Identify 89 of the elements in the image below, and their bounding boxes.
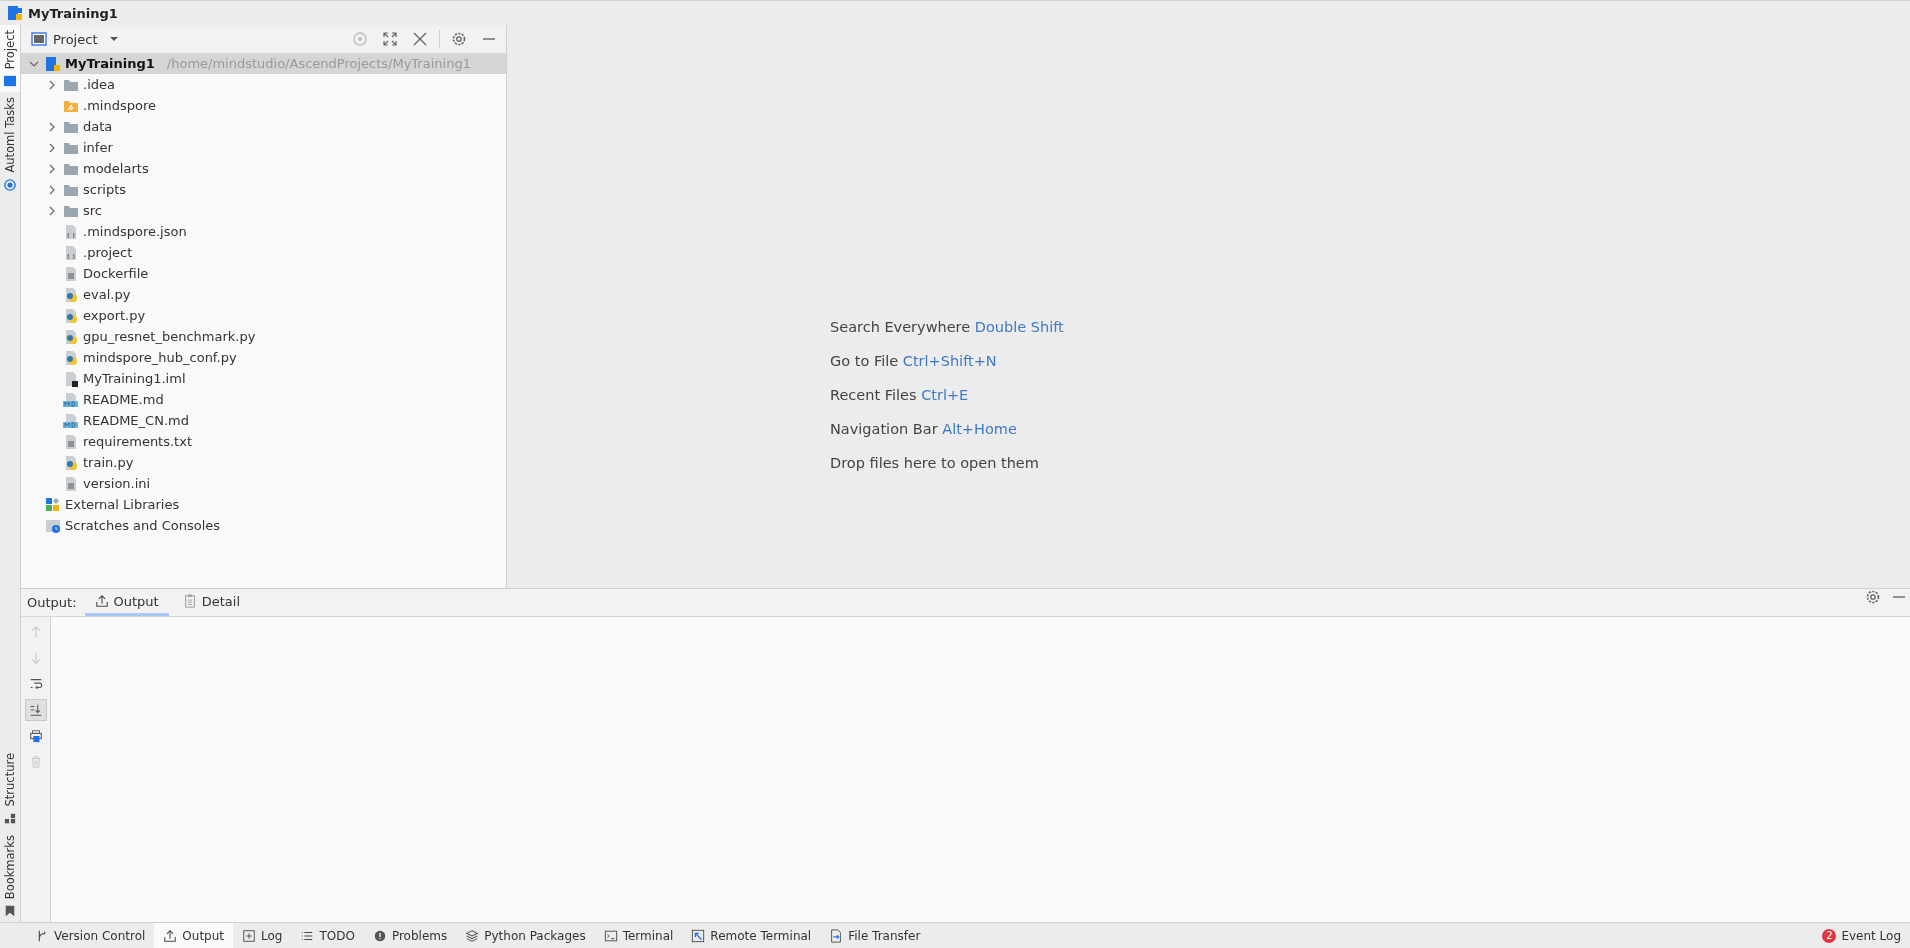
- clipboard-icon: [182, 594, 197, 608]
- editor-hint: Search Everywhere Double Shift: [830, 318, 1064, 337]
- tree-row[interactable]: requirements.txt: [21, 431, 506, 452]
- output-label: Output:: [27, 594, 77, 612]
- chevron-right-icon[interactable]: [47, 79, 57, 90]
- scroll-to-end-icon[interactable]: [24, 699, 47, 721]
- module-icon: [7, 5, 23, 21]
- editor-hint: Navigation Bar Alt+Home: [830, 420, 1018, 439]
- tree-row[interactable]: README.md: [21, 389, 506, 410]
- settings-icon[interactable]: [1865, 589, 1881, 605]
- tree-row[interactable]: mindspore_hub_conf.py: [21, 347, 506, 368]
- text-file-icon: [63, 433, 79, 450]
- editor-hint: Drop files here to open them: [830, 454, 1040, 473]
- python-file-icon: [63, 349, 79, 366]
- folder-icon: [4, 75, 16, 88]
- tree-row[interactable]: eval.py: [21, 284, 506, 305]
- scratches-icon: [45, 517, 61, 534]
- file-icon: [63, 244, 79, 261]
- tree-row[interactable]: export.py: [21, 305, 506, 326]
- remote-terminal-tab[interactable]: Remote Terminal: [682, 923, 821, 948]
- log-tab[interactable]: Log: [233, 923, 292, 948]
- editor-hint: Recent Files Ctrl+E: [830, 386, 970, 405]
- tree-row[interactable]: infer: [21, 137, 506, 158]
- tree-row[interactable]: .idea: [21, 74, 506, 95]
- chevron-right-icon[interactable]: [47, 184, 57, 195]
- editor-hint: Go to File Ctrl+Shift+N: [830, 352, 998, 371]
- version-control-tab[interactable]: Version Control: [26, 923, 155, 948]
- settings-icon[interactable]: [451, 31, 467, 47]
- chevron-right-icon[interactable]: [47, 163, 57, 174]
- tree-row[interactable]: Scratches and Consoles: [21, 515, 506, 536]
- bookmarks-tab[interactable]: Bookmarks: [0, 829, 20, 922]
- plus-box-icon: [242, 928, 256, 943]
- automl-tasks-tab[interactable]: Automl Tasks: [0, 92, 20, 196]
- tree-row[interactable]: Dockerfile: [21, 263, 506, 284]
- tree-row[interactable]: .project: [21, 242, 506, 263]
- detail-tab[interactable]: Detail: [172, 589, 250, 616]
- libraries-icon: [45, 496, 61, 513]
- markdown-file-icon: [63, 412, 79, 429]
- chevron-right-icon[interactable]: [47, 121, 57, 132]
- warning-icon: [372, 928, 387, 943]
- file-transfer-icon: [829, 928, 844, 943]
- tree-row[interactable]: README_CN.md: [21, 410, 506, 431]
- python-file-icon: [63, 286, 79, 303]
- tree-row[interactable]: src: [21, 200, 506, 221]
- tree-row[interactable]: scripts: [21, 179, 506, 200]
- project-tab[interactable]: Project: [0, 25, 20, 93]
- tree-row[interactable]: train.py: [21, 452, 506, 473]
- tree-row[interactable]: External Libraries: [21, 494, 506, 515]
- window-icon: [31, 31, 47, 47]
- layers-icon: [465, 928, 480, 943]
- tree-row[interactable]: MyTraining1 /home/mindstudio/AscendProjects/MyTraining1: [21, 53, 506, 74]
- problems-tab[interactable]: Problems: [363, 923, 457, 948]
- file-icon: [63, 370, 79, 387]
- event-log-button[interactable]: 2 Event Log: [1813, 923, 1910, 948]
- file-transfer-tab[interactable]: File Transfer: [820, 923, 930, 948]
- terminal-icon: [603, 928, 618, 943]
- structure-icon: [4, 812, 16, 825]
- collapse-all-icon[interactable]: [412, 31, 428, 47]
- terminal-tab[interactable]: Terminal: [594, 923, 683, 948]
- caret-icon: [109, 36, 120, 42]
- structure-tab[interactable]: Structure: [0, 748, 20, 830]
- bookmark-icon: [4, 905, 16, 917]
- upload-icon: [94, 594, 109, 608]
- python-file-icon: [63, 454, 79, 471]
- text-file-icon: [63, 475, 79, 492]
- python-packages-tab[interactable]: Python Packages: [456, 923, 595, 948]
- module-icon: [45, 55, 61, 72]
- text-file-icon: [63, 265, 79, 282]
- output-tab[interactable]: Output: [154, 923, 233, 948]
- tree-row[interactable]: MyTraining1.iml: [21, 368, 506, 389]
- python-file-icon: [63, 307, 79, 324]
- tree-row[interactable]: data: [21, 116, 506, 137]
- view-selector[interactable]: Project: [31, 31, 120, 47]
- chevron-right-icon[interactable]: [47, 142, 57, 153]
- upload-icon: [163, 928, 178, 943]
- markdown-file-icon: [63, 391, 79, 408]
- json-file-icon: [63, 223, 79, 240]
- tree-row[interactable]: .mindspore: [21, 95, 506, 116]
- notification-count: 2: [1822, 928, 1837, 943]
- python-file-icon: [63, 328, 79, 345]
- tree-row[interactable]: gpu_resnet_benchmark.py: [21, 326, 506, 347]
- expand-all-icon[interactable]: [382, 31, 398, 47]
- tree-row[interactable]: version.ini: [21, 473, 506, 494]
- remote-terminal-icon: [691, 928, 706, 943]
- chevron-right-icon[interactable]: [47, 205, 57, 216]
- tree-row[interactable]: modelarts: [21, 158, 506, 179]
- todo-tab[interactable]: TODO: [291, 923, 364, 948]
- window-title: MyTraining1: [28, 5, 118, 21]
- tree-row[interactable]: .mindspore.json: [21, 221, 506, 242]
